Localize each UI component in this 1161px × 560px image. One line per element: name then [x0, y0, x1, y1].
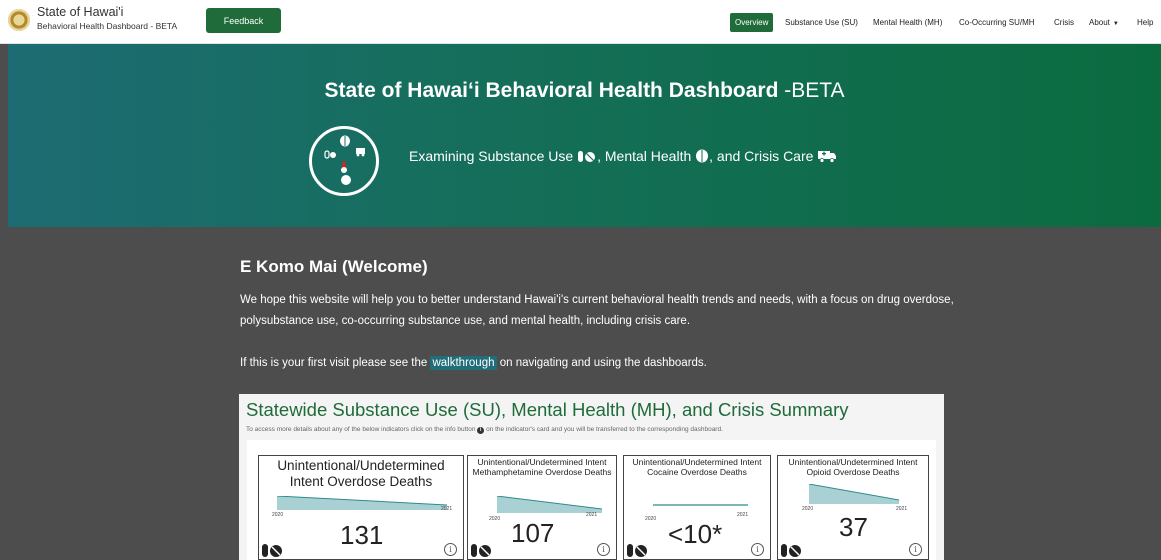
top-navbar: State of Hawai'i Behavioral Health Dashb… [0, 0, 1161, 44]
summary-title: Statewide Substance Use (SU), Mental Hea… [246, 399, 849, 420]
card-year-end: 2021 [441, 506, 453, 512]
card-year-start: 2020 [489, 516, 501, 522]
summary-note-pre: To access more details about any of the … [246, 426, 476, 433]
card-title: Unintentional/Undetermined Intent Overdo… [277, 458, 445, 489]
card-year-end: 2021 [586, 512, 598, 518]
nav-co-occurring[interactable]: Co-Occurring SU/MH [959, 13, 1035, 32]
trend-sparkline [653, 504, 748, 506]
pills-icon [578, 151, 596, 162]
hero-sub-substance: Examining Substance Use [409, 148, 574, 164]
page-title: State of Hawaiʻi Behavioral Health Dashb… [8, 79, 1161, 103]
ambulance-icon [818, 151, 837, 163]
card-year-end: 2021 [737, 512, 749, 518]
hero-sub-mental: , Mental Health [597, 148, 692, 164]
card-year-start: 2020 [272, 512, 284, 518]
trend-sparkline [277, 496, 447, 510]
card-value: <10* [668, 519, 723, 549]
chevron-down-icon: ▼ [1112, 21, 1119, 27]
pills-icon [781, 544, 801, 557]
info-icon: i [477, 427, 485, 434]
card-title: Unintentional/Undetermined Intent Opioid… [788, 457, 918, 477]
nav-overview[interactable]: Overview [730, 13, 774, 32]
card-value: 37 [839, 512, 868, 542]
hero-banner: State of Hawaiʻi Behavioral Health Dashb… [8, 44, 1161, 227]
trend-sparkline [497, 496, 602, 513]
nav-about-label: About [1089, 18, 1110, 27]
nav-help[interactable]: Help [1137, 13, 1153, 32]
beta-label: -BETA [784, 79, 845, 102]
hero-sub-crisis: , and Crisis Care [709, 148, 814, 164]
card-value: 107 [511, 518, 555, 548]
indicator-card-overdose[interactable]: Unintentional/Undetermined Intent Overdo… [258, 455, 464, 560]
card-title: Unintentional/Undetermined Intent Metham… [472, 457, 612, 477]
welcome-paragraph: We hope this website will help you to be… [240, 294, 954, 327]
summary-note: To access more details about any of the … [246, 426, 723, 434]
info-button[interactable]: i [444, 543, 457, 556]
pills-icon [262, 544, 282, 557]
nav-crisis[interactable]: Crisis [1054, 13, 1074, 32]
hero-subtitle: Examining Substance Use , Mental Health … [409, 148, 837, 164]
card-value: 131 [340, 520, 384, 550]
indicator-card-opioid[interactable]: Unintentional/Undetermined Intent Opioid… [777, 455, 929, 560]
card-year-end: 2021 [896, 506, 908, 512]
card-title: Unintentional/Undetermined Intent Cocain… [632, 457, 762, 477]
nav-mental-health[interactable]: Mental Health (MH) [873, 13, 942, 32]
nav-about-dropdown[interactable]: About ▼ [1089, 13, 1119, 32]
first-visit-pre: If this is your first visit please see t… [240, 357, 428, 369]
pills-icon [471, 544, 491, 557]
summary-note-post: on the indicator's card and you will be … [486, 426, 723, 433]
card-year-start: 2020 [802, 506, 814, 512]
first-visit-post: on navigating and using the dashboards. [499, 357, 707, 369]
indicator-card-cocaine[interactable]: Unintentional/Undetermined Intent Cocain… [623, 455, 771, 560]
page-title-text: State of Hawaiʻi Behavioral Health Dashb… [324, 79, 779, 102]
main-nav: Overview Substance Use (SU) Mental Healt… [0, 0, 1161, 44]
card-year-start: 2020 [645, 516, 657, 522]
nav-substance-use[interactable]: Substance Use (SU) [785, 13, 858, 32]
summary-panel: Statewide Substance Use (SU), Mental Hea… [239, 394, 944, 560]
first-visit-text: If this is your first visit please see t… [240, 354, 707, 372]
brain-icon [696, 149, 709, 163]
walkthrough-link[interactable]: walkthrough [430, 356, 497, 370]
trend-sparkline [809, 484, 899, 504]
info-button[interactable]: i [597, 543, 610, 556]
indicator-card-methamphetamine[interactable]: Unintentional/Undetermined Intent Metham… [467, 455, 617, 560]
welcome-heading: E Komo Mai (Welcome) [240, 257, 428, 276]
pills-icon [627, 544, 647, 557]
gauge-logo-icon [309, 126, 379, 196]
info-button[interactable]: i [751, 543, 764, 556]
info-button[interactable]: i [909, 543, 922, 556]
